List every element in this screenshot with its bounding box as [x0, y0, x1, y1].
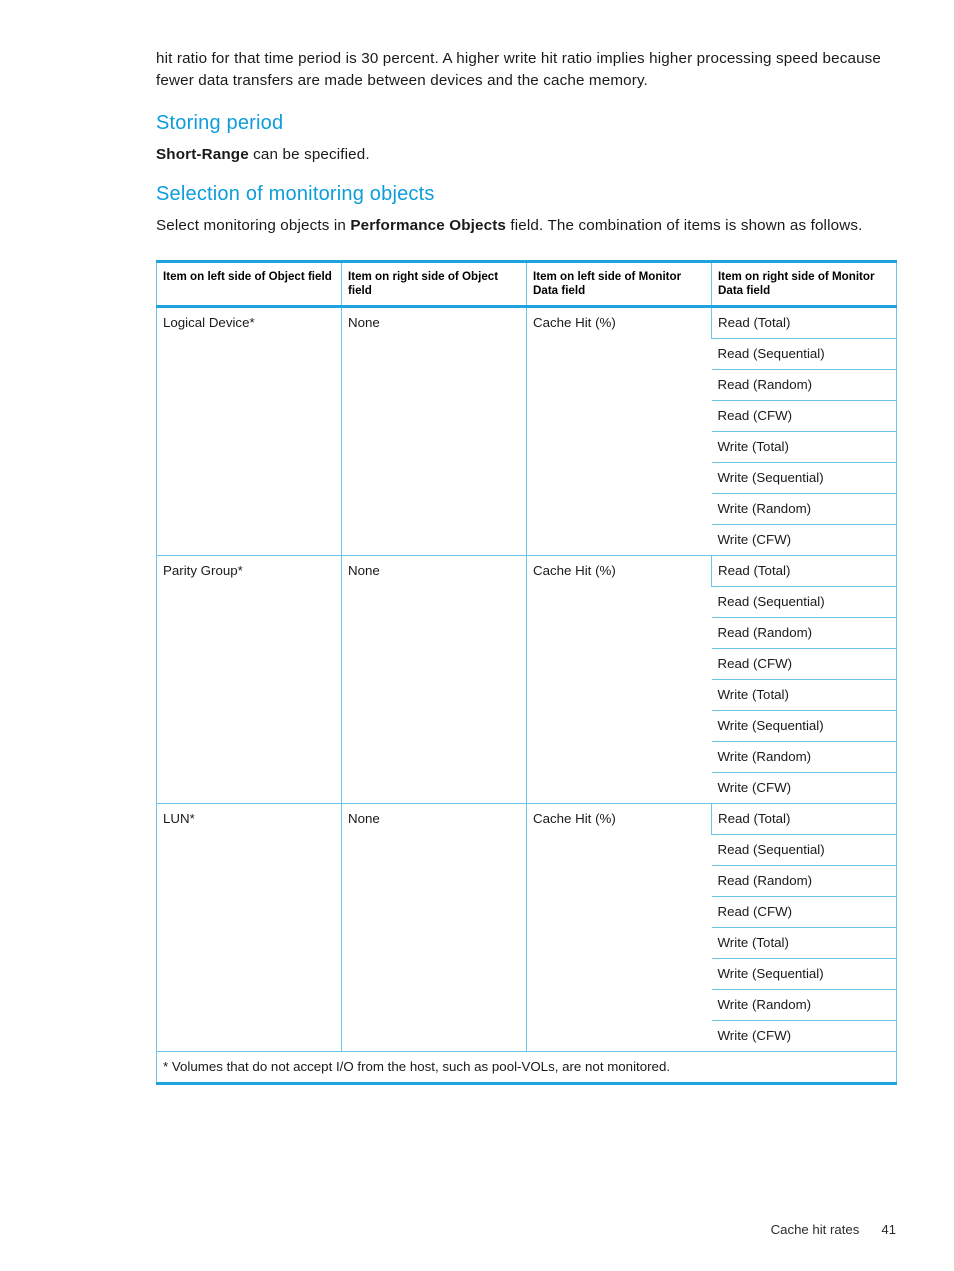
- heading-storing-period: Storing period: [156, 112, 284, 134]
- cell-object-left: Logical Device*: [156, 306, 342, 556]
- col-header-object-left: Item on left side of Object field: [156, 261, 342, 308]
- cell-monitor-right: Write (Sequential): [711, 958, 897, 990]
- cell-monitor-right: Write (Total): [711, 679, 897, 711]
- col-header-object-right: Item on right side of Object field: [341, 261, 527, 308]
- heading-selection-of-monitoring-objects: Selection of monitoring objects: [156, 182, 435, 205]
- cell-monitor-right: Read (Total): [711, 306, 897, 339]
- page-content: hit ratio for that time period is 30 per…: [156, 48, 897, 1085]
- cell-monitor-right: Write (Total): [711, 431, 897, 463]
- cell-object-left: Parity Group*: [156, 555, 342, 804]
- cell-monitor-right: Read (Sequential): [711, 338, 897, 370]
- storing-period-paragraph: Short-Range can be specified.: [156, 144, 896, 166]
- cell-monitor-right: Write (CFW): [711, 1020, 897, 1052]
- cell-monitor-right: Read (CFW): [711, 648, 897, 680]
- page-footer: Cache hit rates 41: [0, 1222, 954, 1237]
- cell-monitor-left: Cache Hit (%): [526, 306, 712, 556]
- cell-monitor-right: Write (Random): [711, 493, 897, 525]
- cell-monitor-right: Write (Sequential): [711, 462, 897, 494]
- cell-monitor-right: Write (CFW): [711, 772, 897, 804]
- cell-monitor-right: Read (CFW): [711, 896, 897, 928]
- table-row: Logical Device* None Cache Hit (%) Read …: [156, 306, 897, 556]
- performance-objects-term: Performance Objects: [350, 216, 507, 234]
- selection-lead: Select monitoring objects in: [156, 216, 351, 234]
- cell-monitor-right: Read (Sequential): [711, 586, 897, 618]
- storing-period-rest: can be specified.: [248, 146, 370, 163]
- cell-monitor-right: Write (Sequential): [711, 710, 897, 742]
- intro-paragraph: hit ratio for that time period is 30 per…: [156, 50, 882, 89]
- cell-monitor-right: Write (Total): [711, 927, 897, 959]
- col-header-monitor-left: Item on left side of Monitor Data field: [526, 261, 712, 308]
- cell-monitor-right: Read (CFW): [711, 400, 897, 432]
- monitoring-objects-table: Item on left side of Object field Item o…: [156, 260, 897, 1085]
- cell-monitor-right: Read (Sequential): [711, 834, 897, 866]
- cell-object-right: None: [341, 555, 527, 804]
- short-range-term: Short-Range: [156, 146, 249, 163]
- cell-monitor-right: Read (Random): [711, 617, 897, 649]
- cell-monitor-right: Write (Random): [711, 741, 897, 773]
- col-header-monitor-right: Item on right side of Monitor Data field: [711, 261, 897, 308]
- page-number: 41: [881, 1222, 896, 1237]
- table-footnote: * Volumes that do not accept I/O from th…: [156, 1051, 897, 1084]
- table-header-row: Item on left side of Object field Item o…: [156, 261, 897, 308]
- table-row: LUN* None Cache Hit (%) Read (Total): [156, 803, 897, 1052]
- cell-monitor-right: Read (Total): [711, 555, 897, 587]
- table-footnote-row: * Volumes that do not accept I/O from th…: [156, 1051, 897, 1084]
- cell-object-left: LUN*: [156, 803, 342, 1052]
- cell-monitor-right: Read (Random): [711, 369, 897, 401]
- cell-monitor-left: Cache Hit (%): [526, 555, 712, 804]
- cell-monitor-left: Cache Hit (%): [526, 803, 712, 1052]
- table-row: Parity Group* None Cache Hit (%) Read (T…: [156, 555, 897, 804]
- cell-object-right: None: [341, 803, 527, 1052]
- cell-monitor-right: Read (Random): [711, 865, 897, 897]
- table-body: Logical Device* None Cache Hit (%) Read …: [156, 306, 897, 1084]
- selection-paragraph: Select monitoring objects in Performance…: [156, 215, 896, 237]
- selection-rest: field. The combination of items is shown…: [506, 216, 863, 234]
- cell-monitor-right: Write (Random): [711, 989, 897, 1021]
- table-head: Item on left side of Object field Item o…: [156, 261, 897, 308]
- running-head: Cache hit rates: [770, 1222, 860, 1237]
- cell-monitor-right: Read (Total): [711, 803, 897, 835]
- cell-object-right: None: [341, 306, 527, 556]
- cell-monitor-right: Write (CFW): [711, 524, 897, 556]
- document-page: hit ratio for that time period is 30 per…: [0, 0, 954, 1271]
